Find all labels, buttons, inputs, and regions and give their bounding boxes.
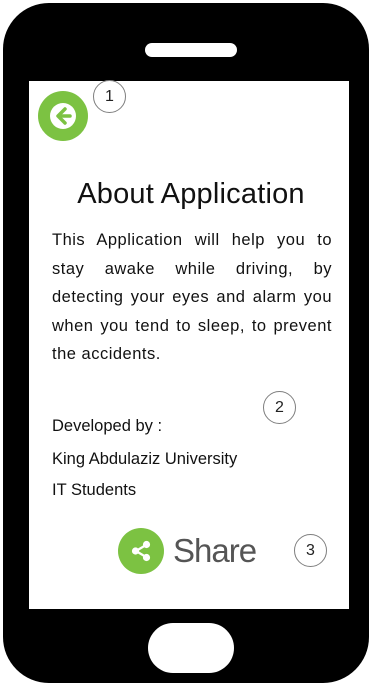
annotation-marker-3: 3 (294, 534, 327, 567)
share-icon (118, 528, 164, 574)
page-title: About Application (77, 178, 305, 210)
app-description: This Application will help you to stay a… (52, 231, 332, 363)
developer-team: IT Students (52, 481, 137, 499)
phone-home-button[interactable] (148, 623, 234, 673)
phone-speaker (145, 43, 237, 57)
share-button[interactable]: Share (118, 528, 257, 574)
arrow-left-icon (50, 103, 76, 129)
developed-by-label: Developed by : (52, 417, 163, 435)
share-label: Share (173, 532, 257, 569)
back-button[interactable] (38, 91, 88, 141)
annotation-marker-2: 2 (263, 391, 296, 424)
annotation-marker-1: 1 (93, 80, 126, 113)
developer-org: King Abdulaziz University (52, 450, 238, 468)
